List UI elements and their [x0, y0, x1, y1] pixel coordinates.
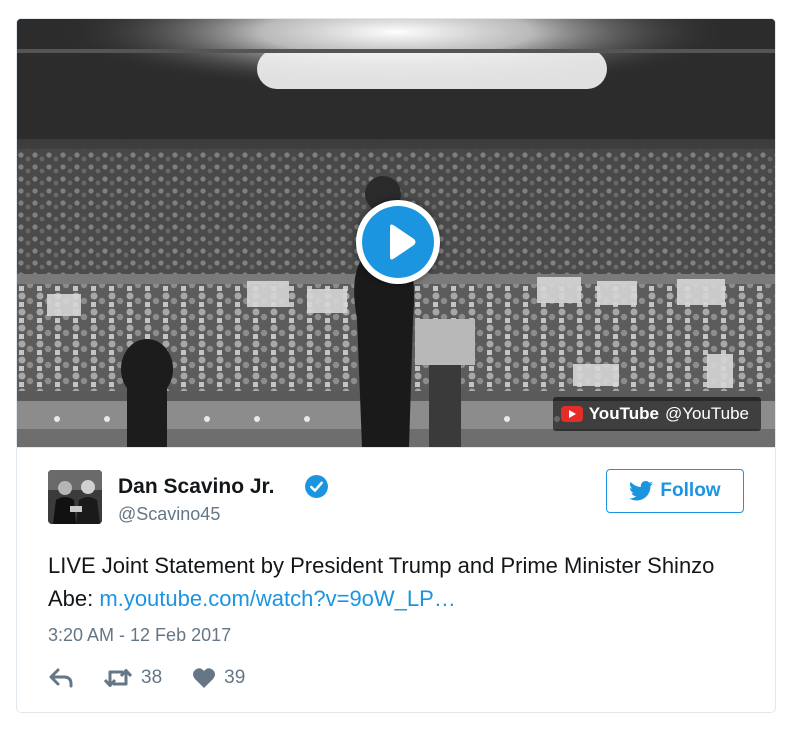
- provider-handle: @YouTube: [664, 404, 749, 423]
- tweet-card: YouTube @YouTube Dan Scavino Jr. @Scavin…: [16, 18, 776, 713]
- video-embed[interactable]: YouTube @YouTube: [17, 19, 775, 448]
- retweet-icon: [103, 669, 133, 687]
- tweet-actions: 38 39: [48, 665, 245, 691]
- verified-badge-icon: [305, 475, 328, 498]
- play-icon: [390, 224, 416, 260]
- like-button[interactable]: 39: [192, 667, 245, 689]
- author-handle[interactable]: @Scavino45: [118, 504, 220, 525]
- avatar-image: [48, 470, 102, 524]
- tweet-link[interactable]: m.youtube.com/watch?v=9oW_LP…: [99, 586, 455, 611]
- like-count: 39: [224, 667, 246, 688]
- retweet-count: 38: [141, 667, 163, 688]
- reply-button[interactable]: [48, 667, 74, 689]
- retweet-button[interactable]: 38: [103, 667, 162, 689]
- heart-icon: [193, 668, 216, 688]
- provider-brand: YouTube: [588, 404, 659, 423]
- tweet-text: LIVE Joint Statement by President Trump …: [48, 549, 738, 615]
- follow-button[interactable]: Follow: [606, 469, 744, 513]
- reply-icon: [49, 668, 73, 688]
- youtube-attribution[interactable]: YouTube @YouTube: [552, 397, 761, 431]
- avatar[interactable]: [48, 470, 102, 524]
- tweet-timestamp[interactable]: 3:20 AM - 12 Feb 2017: [48, 625, 231, 646]
- play-button[interactable]: [356, 200, 440, 284]
- follow-label: Follow: [660, 480, 721, 501]
- author-name[interactable]: Dan Scavino Jr.: [118, 475, 274, 499]
- youtube-logo-icon: [560, 406, 583, 422]
- twitter-bird-icon: [629, 481, 654, 501]
